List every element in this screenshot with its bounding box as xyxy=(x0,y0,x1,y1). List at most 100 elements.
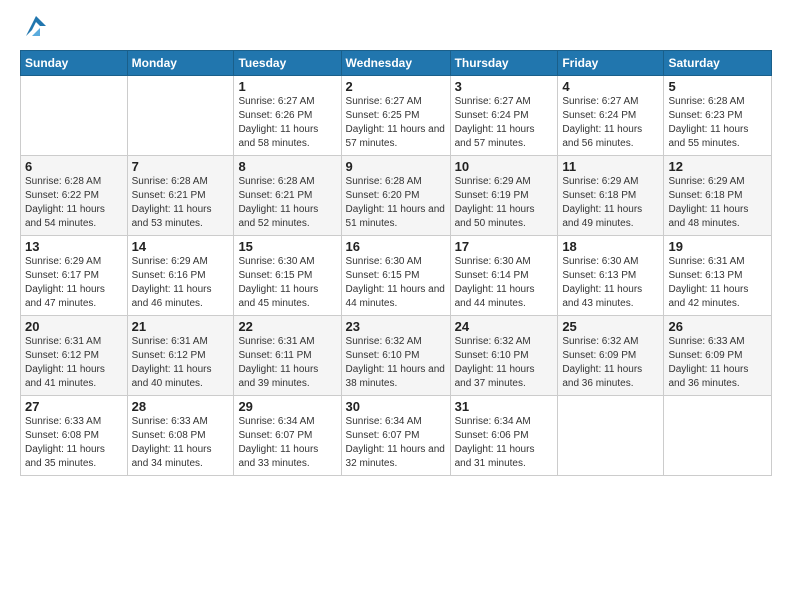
day-number: 14 xyxy=(132,239,230,254)
day-info: Sunrise: 6:31 AM Sunset: 6:12 PM Dayligh… xyxy=(132,335,230,391)
day-number: 26 xyxy=(668,319,767,334)
logo-icon xyxy=(22,12,50,40)
day-info: Sunrise: 6:34 AM Sunset: 6:07 PM Dayligh… xyxy=(346,415,446,471)
day-number: 17 xyxy=(455,239,554,254)
day-number: 20 xyxy=(25,319,123,334)
calendar-cell: 12Sunrise: 6:29 AM Sunset: 6:18 PM Dayli… xyxy=(664,156,772,236)
day-of-week-header: Saturday xyxy=(664,51,772,76)
day-number: 27 xyxy=(25,399,123,414)
day-info: Sunrise: 6:29 AM Sunset: 6:19 PM Dayligh… xyxy=(455,175,554,231)
day-info: Sunrise: 6:27 AM Sunset: 6:24 PM Dayligh… xyxy=(455,95,554,151)
calendar-cell: 14Sunrise: 6:29 AM Sunset: 6:16 PM Dayli… xyxy=(127,236,234,316)
header xyxy=(20,16,772,40)
calendar-cell: 6Sunrise: 6:28 AM Sunset: 6:22 PM Daylig… xyxy=(21,156,128,236)
calendar-week-row: 27Sunrise: 6:33 AM Sunset: 6:08 PM Dayli… xyxy=(21,396,772,476)
day-number: 11 xyxy=(562,159,659,174)
day-info: Sunrise: 6:33 AM Sunset: 6:08 PM Dayligh… xyxy=(25,415,123,471)
day-number: 7 xyxy=(132,159,230,174)
calendar-cell: 17Sunrise: 6:30 AM Sunset: 6:14 PM Dayli… xyxy=(450,236,558,316)
day-number: 16 xyxy=(346,239,446,254)
calendar-cell: 13Sunrise: 6:29 AM Sunset: 6:17 PM Dayli… xyxy=(21,236,128,316)
day-info: Sunrise: 6:33 AM Sunset: 6:08 PM Dayligh… xyxy=(132,415,230,471)
day-number: 4 xyxy=(562,79,659,94)
day-number: 22 xyxy=(238,319,336,334)
day-number: 6 xyxy=(25,159,123,174)
day-number: 8 xyxy=(238,159,336,174)
day-info: Sunrise: 6:30 AM Sunset: 6:13 PM Dayligh… xyxy=(562,255,659,311)
calendar-cell: 29Sunrise: 6:34 AM Sunset: 6:07 PM Dayli… xyxy=(234,396,341,476)
calendar-cell: 30Sunrise: 6:34 AM Sunset: 6:07 PM Dayli… xyxy=(341,396,450,476)
calendar-body: 1Sunrise: 6:27 AM Sunset: 6:26 PM Daylig… xyxy=(21,76,772,476)
day-info: Sunrise: 6:28 AM Sunset: 6:21 PM Dayligh… xyxy=(238,175,336,231)
calendar-cell: 20Sunrise: 6:31 AM Sunset: 6:12 PM Dayli… xyxy=(21,316,128,396)
calendar-cell xyxy=(127,76,234,156)
calendar-cell: 10Sunrise: 6:29 AM Sunset: 6:19 PM Dayli… xyxy=(450,156,558,236)
day-info: Sunrise: 6:31 AM Sunset: 6:11 PM Dayligh… xyxy=(238,335,336,391)
day-number: 13 xyxy=(25,239,123,254)
calendar-cell: 27Sunrise: 6:33 AM Sunset: 6:08 PM Dayli… xyxy=(21,396,128,476)
day-info: Sunrise: 6:29 AM Sunset: 6:18 PM Dayligh… xyxy=(668,175,767,231)
calendar-cell: 26Sunrise: 6:33 AM Sunset: 6:09 PM Dayli… xyxy=(664,316,772,396)
day-info: Sunrise: 6:28 AM Sunset: 6:20 PM Dayligh… xyxy=(346,175,446,231)
calendar-header: SundayMondayTuesdayWednesdayThursdayFrid… xyxy=(21,51,772,76)
day-number: 21 xyxy=(132,319,230,334)
day-info: Sunrise: 6:34 AM Sunset: 6:07 PM Dayligh… xyxy=(238,415,336,471)
day-number: 12 xyxy=(668,159,767,174)
calendar-cell xyxy=(558,396,664,476)
calendar-cell: 5Sunrise: 6:28 AM Sunset: 6:23 PM Daylig… xyxy=(664,76,772,156)
day-info: Sunrise: 6:29 AM Sunset: 6:16 PM Dayligh… xyxy=(132,255,230,311)
calendar-cell xyxy=(664,396,772,476)
day-info: Sunrise: 6:28 AM Sunset: 6:23 PM Dayligh… xyxy=(668,95,767,151)
day-number: 29 xyxy=(238,399,336,414)
calendar-cell: 22Sunrise: 6:31 AM Sunset: 6:11 PM Dayli… xyxy=(234,316,341,396)
calendar-cell: 24Sunrise: 6:32 AM Sunset: 6:10 PM Dayli… xyxy=(450,316,558,396)
calendar-cell: 1Sunrise: 6:27 AM Sunset: 6:26 PM Daylig… xyxy=(234,76,341,156)
calendar-cell: 31Sunrise: 6:34 AM Sunset: 6:06 PM Dayli… xyxy=(450,396,558,476)
day-info: Sunrise: 6:28 AM Sunset: 6:22 PM Dayligh… xyxy=(25,175,123,231)
day-info: Sunrise: 6:32 AM Sunset: 6:10 PM Dayligh… xyxy=(455,335,554,391)
day-info: Sunrise: 6:33 AM Sunset: 6:09 PM Dayligh… xyxy=(668,335,767,391)
day-info: Sunrise: 6:32 AM Sunset: 6:10 PM Dayligh… xyxy=(346,335,446,391)
day-info: Sunrise: 6:30 AM Sunset: 6:15 PM Dayligh… xyxy=(238,255,336,311)
day-of-week-header: Thursday xyxy=(450,51,558,76)
calendar-cell: 4Sunrise: 6:27 AM Sunset: 6:24 PM Daylig… xyxy=(558,76,664,156)
calendar-cell: 9Sunrise: 6:28 AM Sunset: 6:20 PM Daylig… xyxy=(341,156,450,236)
day-info: Sunrise: 6:30 AM Sunset: 6:14 PM Dayligh… xyxy=(455,255,554,311)
calendar-cell: 18Sunrise: 6:30 AM Sunset: 6:13 PM Dayli… xyxy=(558,236,664,316)
page: SundayMondayTuesdayWednesdayThursdayFrid… xyxy=(0,0,792,612)
calendar-cell: 11Sunrise: 6:29 AM Sunset: 6:18 PM Dayli… xyxy=(558,156,664,236)
calendar-cell xyxy=(21,76,128,156)
calendar-cell: 8Sunrise: 6:28 AM Sunset: 6:21 PM Daylig… xyxy=(234,156,341,236)
day-number: 30 xyxy=(346,399,446,414)
day-info: Sunrise: 6:27 AM Sunset: 6:26 PM Dayligh… xyxy=(238,95,336,151)
day-number: 19 xyxy=(668,239,767,254)
day-info: Sunrise: 6:32 AM Sunset: 6:09 PM Dayligh… xyxy=(562,335,659,391)
day-number: 31 xyxy=(455,399,554,414)
calendar-cell: 21Sunrise: 6:31 AM Sunset: 6:12 PM Dayli… xyxy=(127,316,234,396)
day-of-week-header: Friday xyxy=(558,51,664,76)
day-number: 18 xyxy=(562,239,659,254)
calendar-week-row: 13Sunrise: 6:29 AM Sunset: 6:17 PM Dayli… xyxy=(21,236,772,316)
day-info: Sunrise: 6:29 AM Sunset: 6:17 PM Dayligh… xyxy=(25,255,123,311)
calendar-cell: 7Sunrise: 6:28 AM Sunset: 6:21 PM Daylig… xyxy=(127,156,234,236)
calendar-week-row: 6Sunrise: 6:28 AM Sunset: 6:22 PM Daylig… xyxy=(21,156,772,236)
calendar-cell: 28Sunrise: 6:33 AM Sunset: 6:08 PM Dayli… xyxy=(127,396,234,476)
calendar-cell: 25Sunrise: 6:32 AM Sunset: 6:09 PM Dayli… xyxy=(558,316,664,396)
day-number: 15 xyxy=(238,239,336,254)
day-number: 9 xyxy=(346,159,446,174)
day-of-week-header: Monday xyxy=(127,51,234,76)
day-of-week-header: Tuesday xyxy=(234,51,341,76)
calendar-cell: 19Sunrise: 6:31 AM Sunset: 6:13 PM Dayli… xyxy=(664,236,772,316)
day-of-week-header: Wednesday xyxy=(341,51,450,76)
day-number: 2 xyxy=(346,79,446,94)
day-number: 1 xyxy=(238,79,336,94)
calendar-cell: 23Sunrise: 6:32 AM Sunset: 6:10 PM Dayli… xyxy=(341,316,450,396)
day-info: Sunrise: 6:29 AM Sunset: 6:18 PM Dayligh… xyxy=(562,175,659,231)
day-info: Sunrise: 6:30 AM Sunset: 6:15 PM Dayligh… xyxy=(346,255,446,311)
header-row: SundayMondayTuesdayWednesdayThursdayFrid… xyxy=(21,51,772,76)
day-number: 24 xyxy=(455,319,554,334)
calendar-cell: 15Sunrise: 6:30 AM Sunset: 6:15 PM Dayli… xyxy=(234,236,341,316)
logo xyxy=(20,16,50,40)
calendar-cell: 3Sunrise: 6:27 AM Sunset: 6:24 PM Daylig… xyxy=(450,76,558,156)
day-info: Sunrise: 6:28 AM Sunset: 6:21 PM Dayligh… xyxy=(132,175,230,231)
